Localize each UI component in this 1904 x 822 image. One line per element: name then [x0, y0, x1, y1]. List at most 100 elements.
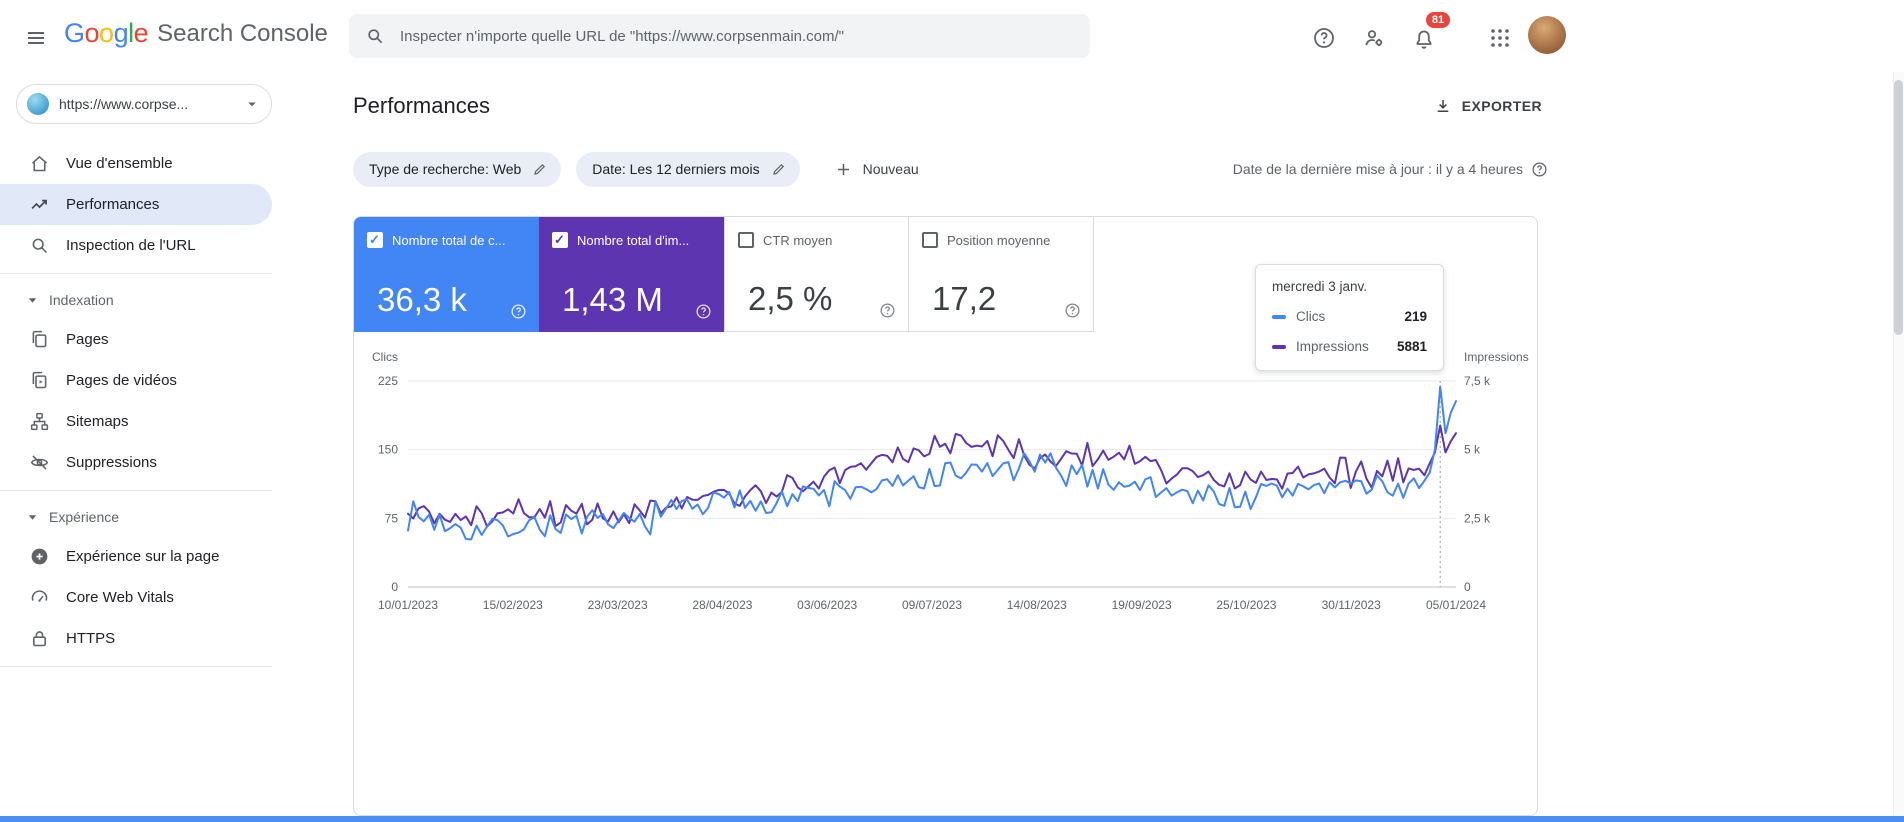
sidebar-item-url-inspection[interactable]: Inspection de l'URL [0, 225, 272, 266]
account-avatar[interactable] [1528, 16, 1566, 54]
sidebar-item-label: Core Web Vitals [66, 589, 174, 606]
sidebar-item-performances[interactable]: Performances [0, 184, 272, 225]
metric-value: 1,43 M [562, 281, 663, 318]
metric-value: 2,5 % [748, 280, 833, 317]
svg-text:2,5 k: 2,5 k [1464, 511, 1491, 525]
chip-label: Type de recherche: Web [369, 161, 522, 177]
help-button[interactable] [1308, 22, 1340, 54]
scrollbar-thumb[interactable] [1894, 80, 1903, 335]
svg-text:25/10/2023: 25/10/2023 [1216, 598, 1276, 612]
sidebar-item-label: Pages [66, 331, 109, 348]
sidebar-item-overview[interactable]: Vue d'ensemble [0, 143, 272, 184]
export-button[interactable]: EXPORTER [1428, 96, 1548, 116]
sidebar-item-label: Suppressions [66, 454, 157, 471]
notifications-button[interactable]: 81 [1408, 12, 1450, 56]
metric-label: CTR moyen [763, 232, 833, 248]
menu-button[interactable] [20, 22, 52, 54]
sidebar-item-https[interactable]: HTTPS [0, 618, 272, 659]
checkbox[interactable] [367, 232, 383, 248]
help-icon[interactable] [695, 303, 712, 320]
sidebar-item-label: Sitemaps [66, 413, 129, 430]
sidebar-item-video-pages[interactable]: Pages de vidéos [0, 360, 272, 401]
search-input[interactable] [398, 26, 1074, 46]
svg-text:10/01/2023: 10/01/2023 [378, 598, 438, 612]
metric-tile-avg-position[interactable]: Position moyenne 17,2 [909, 217, 1094, 332]
tooltip-date: mercredi 3 janv. [1272, 279, 1368, 294]
svg-text:150: 150 [378, 443, 398, 457]
chart-tooltip: mercredi 3 janv. Clics 219 Impressions 5… [1255, 264, 1444, 371]
url-inspection-searchbar[interactable] [349, 14, 1090, 58]
page-title: Performances [353, 93, 490, 118]
svg-text:5 k: 5 k [1464, 443, 1481, 457]
help-icon[interactable] [1531, 161, 1548, 178]
sidebar-item-core-web-vitals[interactable]: Core Web Vitals [0, 577, 272, 618]
chevron-down-icon [248, 102, 256, 107]
svg-text:Clics: Clics [372, 350, 398, 364]
svg-text:0: 0 [1464, 580, 1471, 594]
sidebar: https://www.corpse... Vue d'ensemble Per… [0, 72, 272, 822]
sidebar-item-page-experience[interactable]: Expérience sur la page [0, 536, 272, 577]
metric-label: Nombre total d'im... [577, 232, 690, 248]
sidebar-section-indexation[interactable]: Indexation [0, 281, 272, 319]
vertical-scrollbar[interactable] [1893, 72, 1904, 822]
sidebar-item-label: Pages de vidéos [66, 372, 177, 389]
user-settings-button[interactable] [1358, 22, 1390, 54]
property-selector[interactable]: https://www.corpse... [16, 84, 272, 124]
checkbox[interactable] [552, 232, 568, 248]
help-icon[interactable] [510, 303, 527, 320]
filter-chips: Type de recherche: Web Date: Les 12 dern… [353, 151, 925, 187]
new-filter-label: Nouveau [862, 161, 919, 177]
sidebar-item-pages[interactable]: Pages [0, 319, 272, 360]
app-logo[interactable]: Google Search Console [64, 18, 328, 49]
property-favicon-icon [27, 93, 49, 115]
pages-icon [32, 330, 47, 348]
performance-chart[interactable]: 0 75 150 225 0 2,5 k 5 k 7,5 k Clics Impressions 1… [354, 332, 1537, 642]
sidebar-nav: Vue d'ensemble Performances Inspection d… [0, 143, 272, 667]
metric-tile-total-impressions[interactable]: Nombre total d'im... 1,43 M [539, 217, 724, 332]
tooltip-row-clicks: Clics 219 [1272, 309, 1427, 324]
search-icon [32, 238, 48, 254]
download-icon [1437, 100, 1449, 112]
clicks-legend-dash [1272, 314, 1286, 319]
sidebar-item-removals[interactable]: Suppressions [0, 442, 272, 483]
svg-text:03/06/2023: 03/06/2023 [797, 598, 857, 612]
metric-tile-avg-ctr[interactable]: CTR moyen 2,5 % [724, 217, 909, 332]
svg-text:75: 75 [385, 511, 399, 525]
eye-off-icon [30, 455, 49, 470]
sidebar-item-sitemaps[interactable]: Sitemaps [0, 401, 272, 442]
new-filter-button[interactable]: Nouveau [828, 159, 925, 180]
filter-chip-search-type[interactable]: Type de recherche: Web [353, 151, 562, 187]
svg-text:19/09/2023: 19/09/2023 [1112, 598, 1172, 612]
search-icon [368, 29, 383, 44]
svg-text:30/11/2023: 30/11/2023 [1322, 598, 1381, 612]
checkbox[interactable] [922, 232, 938, 248]
filter-chip-date[interactable]: Date: Les 12 derniers mois [576, 151, 800, 187]
hamburger-icon [28, 32, 44, 44]
divider [0, 490, 272, 491]
sidebar-item-label: Performances [66, 196, 160, 213]
bell-icon [1416, 30, 1432, 49]
caret-down-icon [28, 514, 37, 520]
caret-down-icon [28, 297, 37, 303]
svg-text:0: 0 [391, 580, 398, 594]
checkbox[interactable] [738, 232, 754, 248]
metric-tile-total-clicks[interactable]: Nombre total de c... 36,3 k [354, 217, 539, 332]
svg-text:14/08/2023: 14/08/2023 [1007, 598, 1067, 612]
pencil-icon [772, 163, 784, 175]
google-logo-letter: g [113, 18, 129, 48]
metric-value: 36,3 k [377, 281, 467, 318]
help-icon[interactable] [1064, 302, 1081, 319]
google-logo-letter: o [84, 18, 100, 48]
svg-text:05/01/2024: 05/01/2024 [1426, 598, 1486, 612]
sitemap-icon [30, 412, 49, 431]
google-apps-button[interactable] [1484, 22, 1516, 54]
help-icon[interactable] [879, 302, 896, 319]
chip-label: Date: Les 12 derniers mois [592, 161, 760, 177]
sidebar-item-label: Inspection de l'URL [66, 237, 196, 254]
metric-value: 17,2 [932, 280, 997, 317]
section-title: Expérience [49, 509, 120, 525]
property-label: https://www.corpse... [59, 96, 189, 112]
apps-grid-icon [1491, 29, 1509, 47]
sidebar-section-experience[interactable]: Expérience [0, 498, 272, 536]
notification-badge: 81 [1426, 12, 1450, 28]
